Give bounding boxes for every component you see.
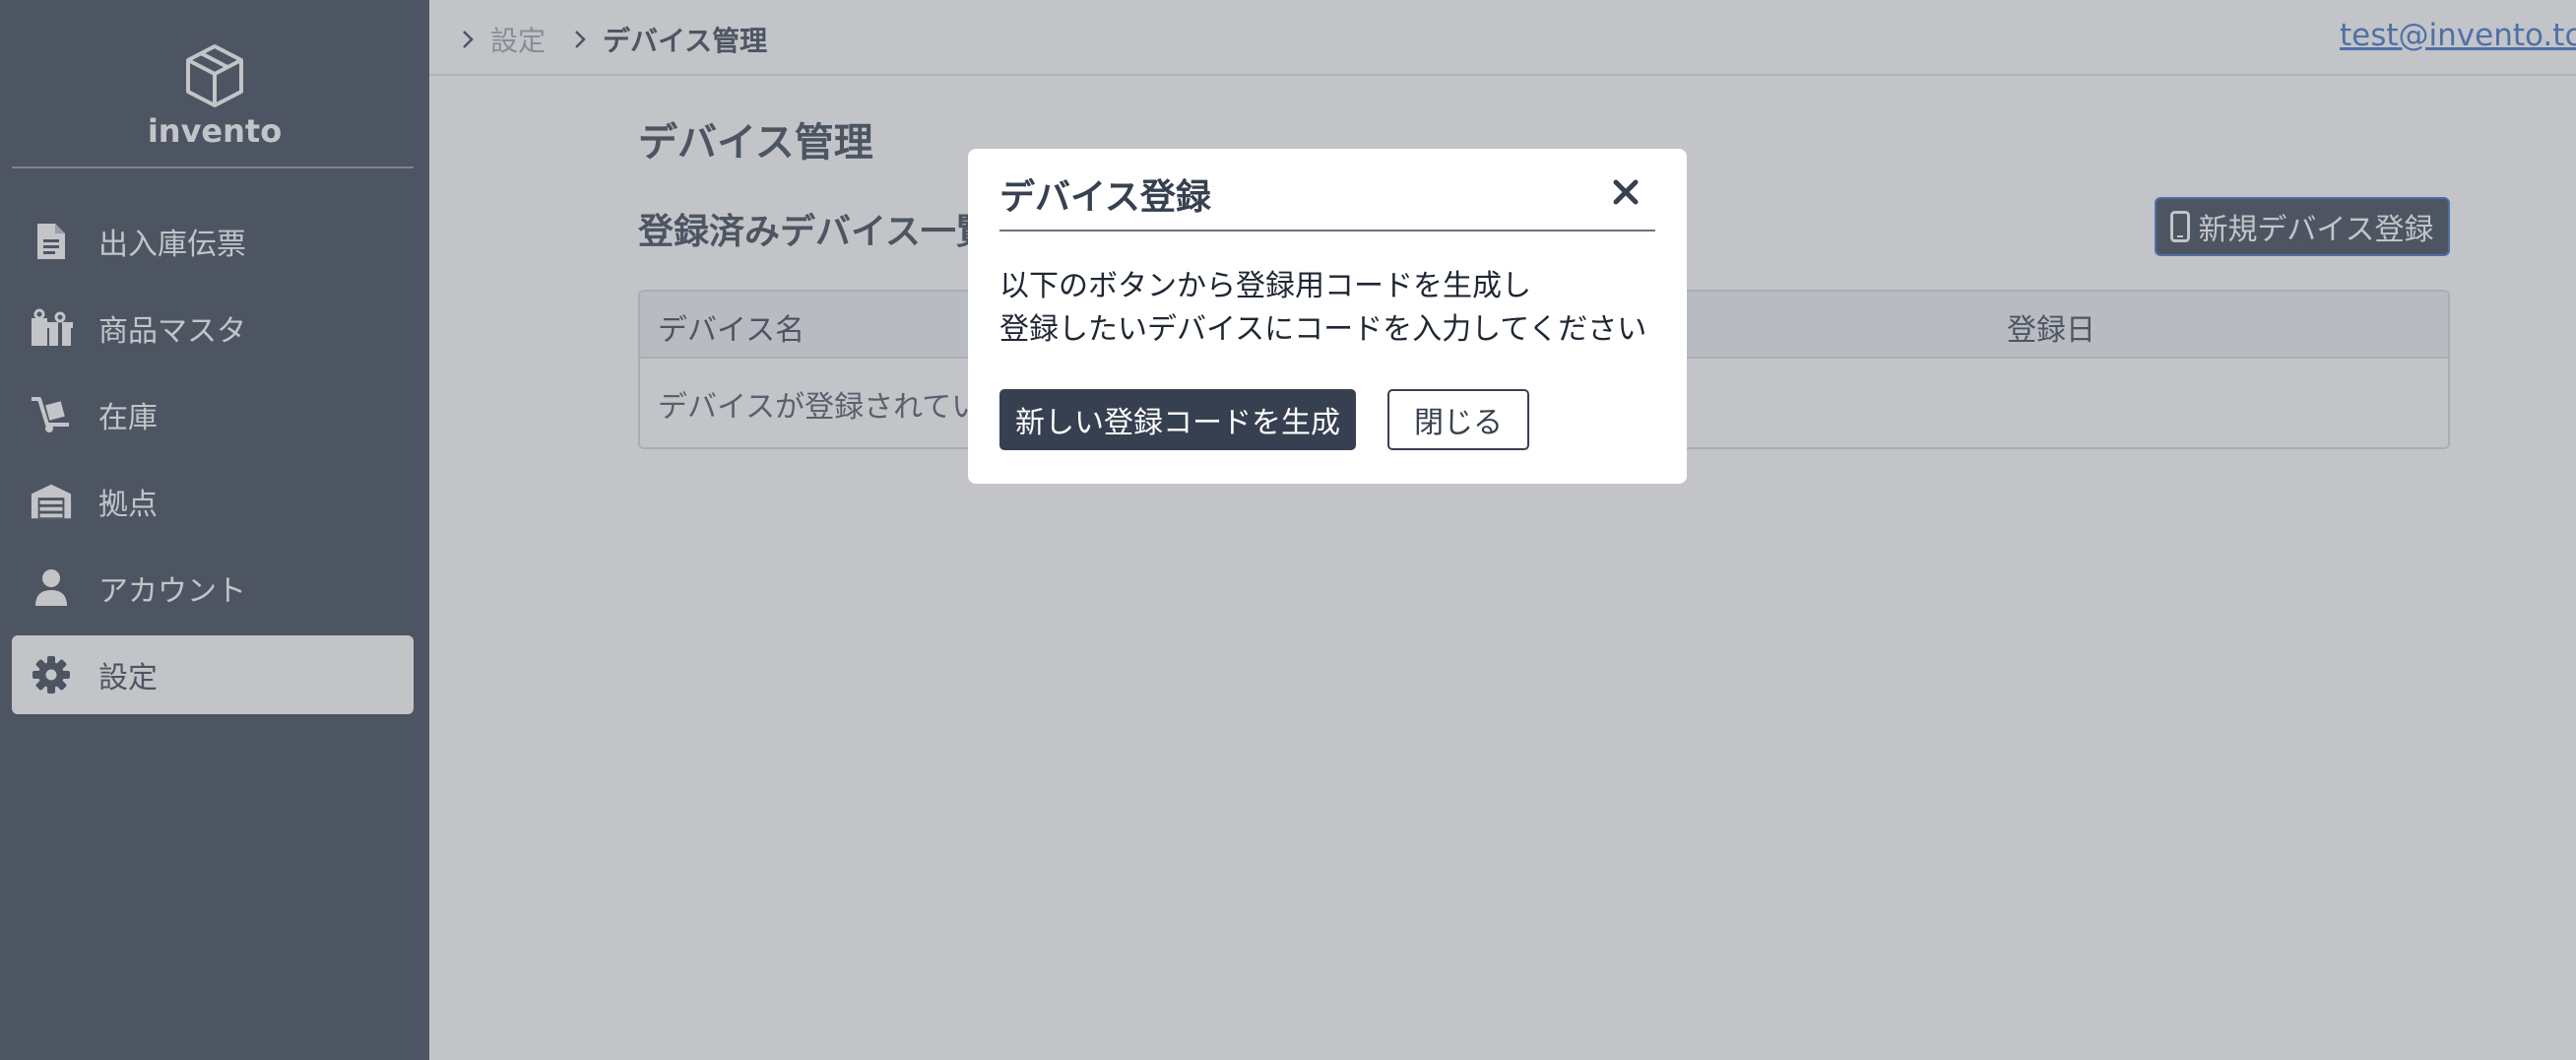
device-registration-modal: デバイス登録 以下のボタンから登録用コードを生成し 登録したいデバイスにコードを… (968, 149, 1687, 484)
close-button[interactable]: 閉じる (1387, 389, 1529, 450)
modal-message-line: 以下のボタンから登録用コードを生成し (999, 269, 1531, 303)
modal-title: デバイス登録 (999, 177, 1211, 218)
modal-message-line: 登録したいデバイスにコードを入力してください (999, 312, 1647, 347)
modal-divider (999, 230, 1655, 232)
close-icon[interactable] (1606, 172, 1645, 212)
generate-code-button[interactable]: 新しい登録コードを生成 (999, 389, 1356, 450)
modal-message: 以下のボタンから登録用コードを生成し 登録したいデバイスにコードを入力してくださ… (999, 265, 1646, 352)
